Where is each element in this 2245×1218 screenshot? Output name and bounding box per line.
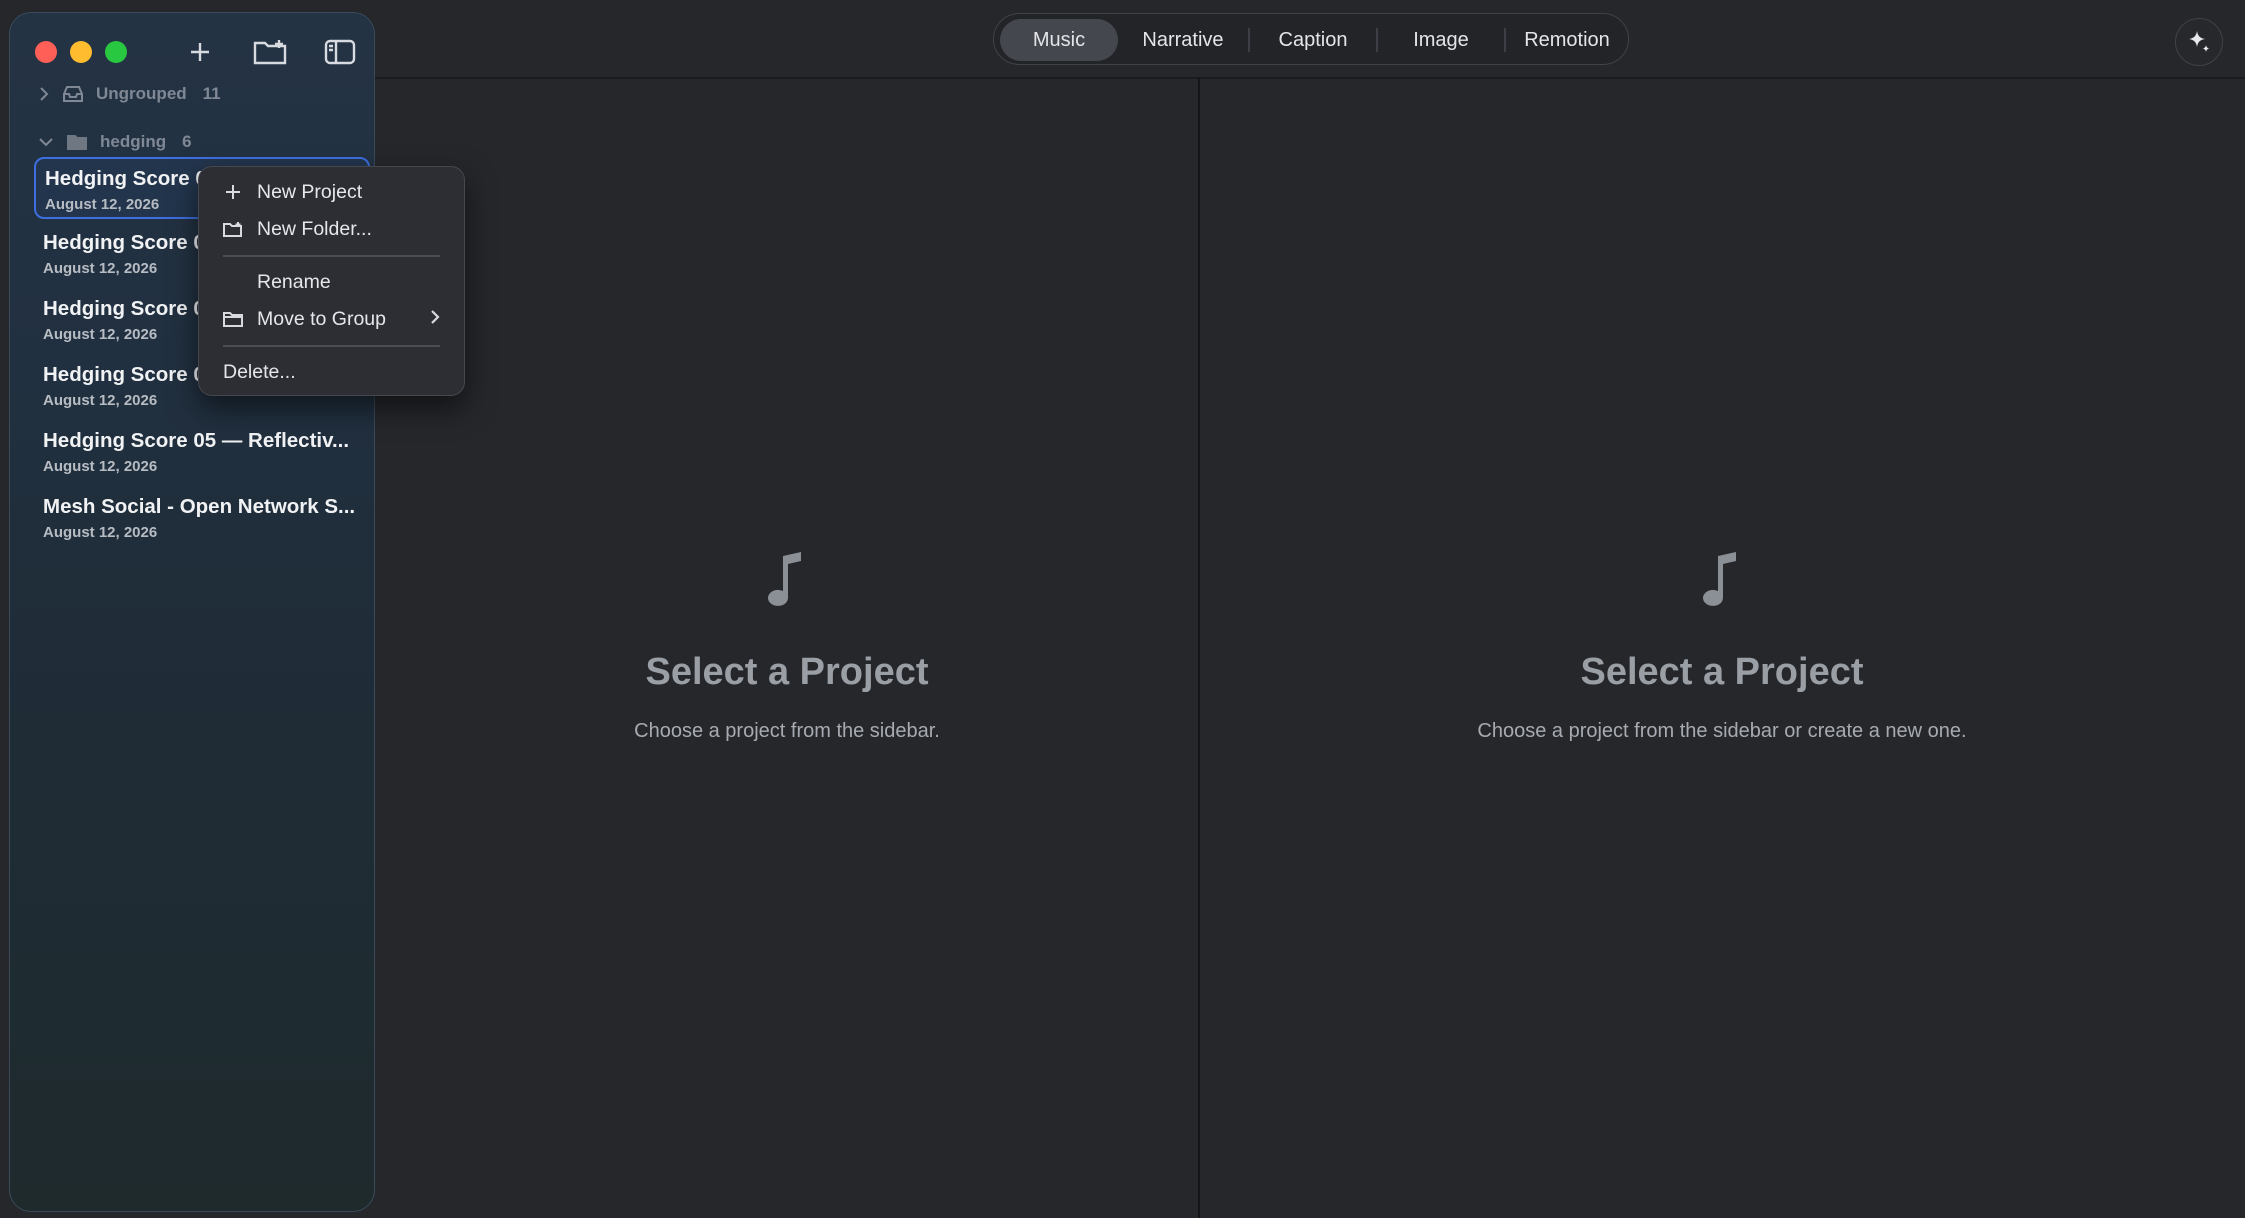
tab-divider — [1376, 28, 1378, 52]
menu-separator — [223, 345, 440, 347]
tab-image[interactable]: Image — [1382, 19, 1500, 61]
folder-icon — [67, 135, 87, 150]
project-date: August 12, 2026 — [43, 524, 158, 541]
group-count: 6 — [182, 132, 192, 151]
sidebar-toggle-icon — [324, 39, 356, 65]
chevron-right-icon — [40, 87, 49, 101]
tab-divider — [1248, 28, 1250, 52]
project-item[interactable]: Hedging Score 05 — Reflectiv... August 1… — [34, 421, 370, 483]
menu-item-label: New Folder... — [257, 217, 372, 240]
mode-tabs: Music Narrative Caption Image Remotion — [993, 13, 1629, 65]
sparkle-icon — [2189, 31, 2210, 52]
minimize-window-button[interactable] — [70, 41, 92, 63]
menu-item-new-folder[interactable]: New Folder... — [199, 213, 464, 245]
chevron-down-icon — [39, 138, 53, 147]
group-label: Ungrouped — [96, 84, 187, 103]
toggle-sidebar-button[interactable] — [320, 35, 360, 69]
maximize-window-button[interactable] — [105, 41, 127, 63]
menu-item-move-to-group[interactable]: Move to Group — [199, 303, 464, 335]
project-name: Hedging Score 05 — Reflectiv... — [43, 429, 350, 452]
menu-item-label: Delete... — [223, 360, 296, 383]
tab-caption[interactable]: Caption — [1254, 19, 1372, 61]
app-window: Ungrouped 11 hedging 6 Hedging Score 01 … — [0, 0, 2245, 1218]
folder-icon — [223, 309, 243, 329]
tray-icon — [63, 86, 83, 102]
folder-plus-icon — [223, 219, 243, 239]
music-note-icon — [1702, 552, 1742, 615]
group-label: hedging — [100, 132, 167, 151]
music-note-icon — [767, 552, 807, 615]
menu-item-rename[interactable]: Rename — [199, 266, 464, 298]
menu-separator — [223, 255, 440, 257]
group-count: 11 — [202, 84, 221, 103]
group-ungrouped[interactable]: Ungrouped 11 — [38, 80, 221, 108]
context-menu: New Project New Folder... Rename Move to… — [198, 166, 465, 396]
panel-divider[interactable] — [1198, 78, 1200, 1218]
tab-music[interactable]: Music — [1000, 19, 1118, 61]
empty-title: Select a Project — [645, 651, 929, 693]
project-date: August 12, 2026 — [43, 458, 158, 475]
chevron-right-icon — [430, 308, 440, 331]
menu-item-new-project[interactable]: New Project — [199, 176, 464, 208]
project-name: Mesh Social - Open Network S... — [43, 495, 356, 518]
empty-subtitle: Choose a project from the sidebar or cre… — [1477, 720, 1967, 742]
close-window-button[interactable] — [35, 41, 57, 63]
plus-icon — [191, 43, 209, 61]
menu-item-label: Move to Group — [257, 307, 386, 330]
tab-remotion[interactable]: Remotion — [1508, 19, 1626, 61]
menu-item-label: Rename — [257, 270, 331, 293]
empty-title: Select a Project — [1580, 651, 1864, 693]
tab-narrative[interactable]: Narrative — [1124, 19, 1242, 61]
folder-plus-icon — [253, 40, 287, 65]
new-project-button[interactable] — [180, 35, 220, 69]
menu-item-label: New Project — [257, 180, 363, 203]
group-hedging[interactable]: hedging 6 — [38, 128, 192, 156]
new-folder-button[interactable] — [250, 35, 290, 69]
ai-assist-button[interactable] — [2175, 18, 2223, 66]
toolbar-divider — [375, 77, 2245, 79]
left-empty-state: Select a Project Choose a project from t… — [587, 552, 987, 743]
tab-divider — [1504, 28, 1506, 52]
empty-subtitle: Choose a project from the sidebar. — [634, 720, 940, 742]
plus-icon — [223, 182, 243, 202]
right-empty-state: Select a Project Choose a project from t… — [1422, 552, 2022, 743]
project-item[interactable]: Mesh Social - Open Network S... August 1… — [34, 487, 370, 549]
menu-item-delete[interactable]: Delete... — [199, 356, 464, 388]
